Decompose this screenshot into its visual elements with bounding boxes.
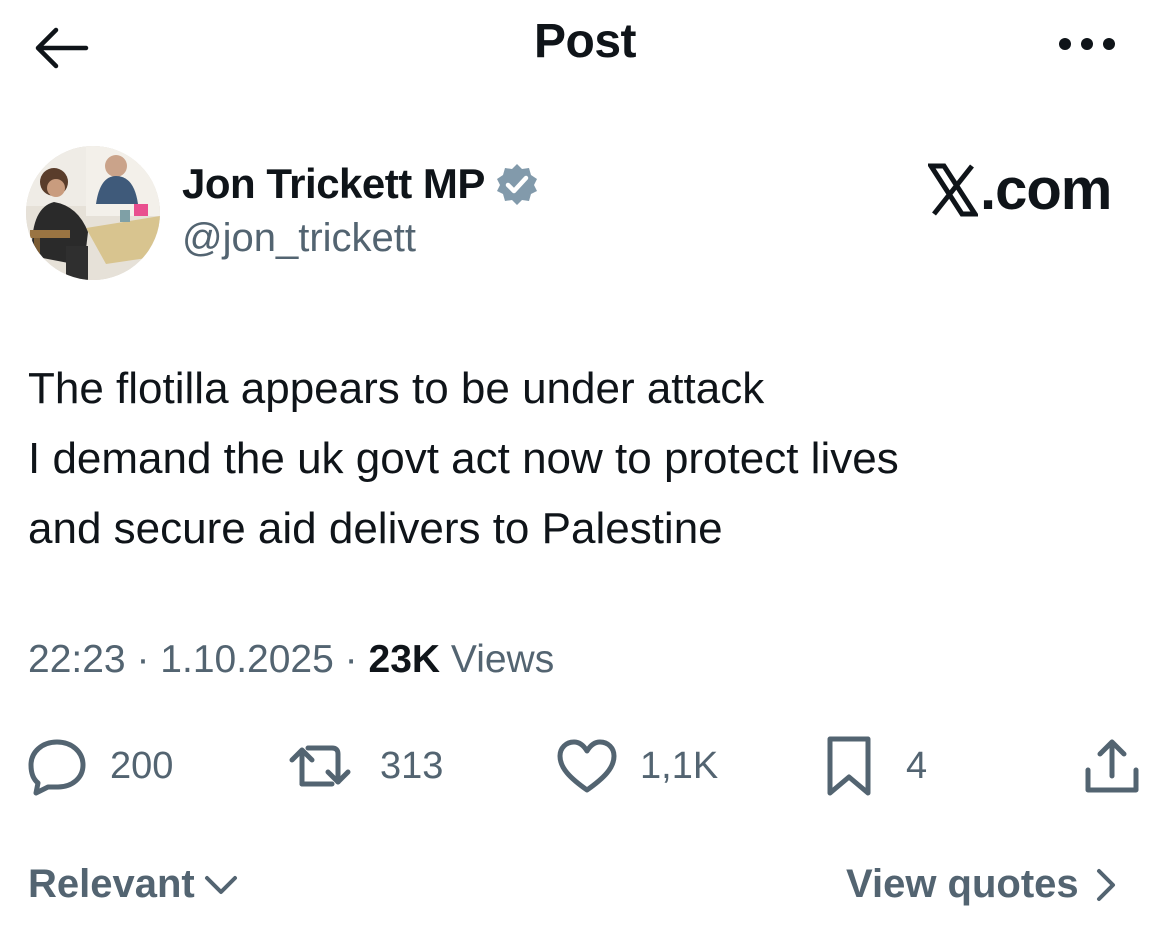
sort-label: Relevant [28, 862, 195, 906]
tweet-time[interactable]: 22:23 [28, 638, 126, 681]
bookmark-count: 4 [906, 744, 928, 787]
arrow-left-icon [35, 27, 89, 69]
more-horizontal-icon [1059, 38, 1115, 50]
views-count: 23K [368, 638, 441, 681]
like-button[interactable]: 1,1K [556, 734, 718, 798]
repost-button[interactable]: 313 [288, 734, 443, 798]
tweet-line: The flotilla appears to be under attack [28, 364, 765, 413]
repost-count: 313 [380, 744, 444, 787]
verified-badge-icon [496, 164, 537, 205]
author-handle[interactable]: @jon_trickett [182, 216, 416, 261]
back-button[interactable] [30, 20, 94, 76]
more-options-button[interactable] [1045, 20, 1129, 68]
page-title: Post [533, 15, 637, 68]
chevron-right-icon [1096, 868, 1115, 901]
bookmark-icon [827, 736, 871, 796]
tweet-line: and secure aid delivers to Palestine [28, 504, 723, 553]
bookmark-button[interactable]: 4 [824, 734, 927, 798]
view-quotes-label: View quotes [846, 862, 1079, 906]
reply-button[interactable]: 200 [26, 734, 173, 798]
meta-separator: · [344, 638, 358, 681]
heart-icon [557, 739, 617, 793]
watermark-label: .com [980, 157, 1112, 222]
avatar-photo [26, 146, 160, 280]
chevron-down-icon [204, 875, 237, 894]
tweet-line: I demand the uk govt act now to protect … [28, 434, 899, 483]
view-quotes-link[interactable]: View quotes [846, 862, 1123, 907]
x-logo-icon [928, 163, 978, 216]
like-count: 1,1K [640, 744, 719, 787]
share-icon [1085, 739, 1139, 793]
views-label: Views [450, 638, 555, 681]
repost-icon [289, 745, 351, 787]
tweet-date[interactable]: 1.10.2025 [160, 638, 334, 681]
sort-relevant-dropdown[interactable]: Relevant [28, 862, 241, 907]
reply-count: 200 [110, 744, 174, 787]
share-button[interactable] [1082, 734, 1142, 798]
x-com-watermark: .com [928, 156, 1112, 223]
avatar[interactable] [26, 146, 160, 280]
meta-separator: · [136, 638, 150, 681]
author-name[interactable]: Jon Trickett MP [182, 160, 539, 208]
reply-icon [28, 739, 86, 796]
tweet-text: The flotilla appears to be under attack … [28, 354, 1138, 564]
author-name-text: Jon Trickett MP [182, 160, 485, 207]
tweet-meta: 22:23 · 1.10.2025 · 23K Views [28, 638, 554, 682]
